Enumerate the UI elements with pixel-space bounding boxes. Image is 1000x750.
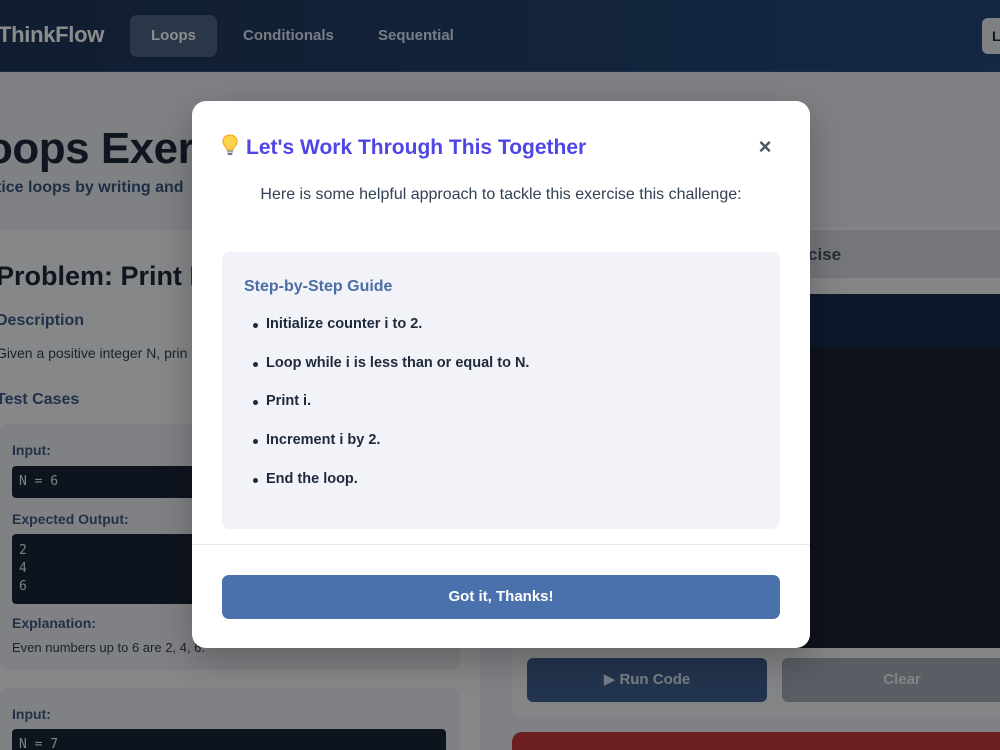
- help-modal: Let's Work Through This Together × Here …: [192, 101, 810, 648]
- modal-title: Let's Work Through This Together: [222, 134, 586, 162]
- step-item: Loop while i is less than or equal to N.: [244, 355, 529, 394]
- step-list: Initialize counter i to 2. Loop while i …: [244, 316, 529, 509]
- modal-divider: [192, 544, 810, 545]
- close-icon[interactable]: ×: [755, 136, 775, 158]
- step-guide-box: Step-by-Step Guide Initialize counter i …: [222, 252, 780, 529]
- guide-title: Step-by-Step Guide: [244, 278, 393, 295]
- lightbulb-icon: [222, 134, 240, 162]
- step-item: End the loop.: [244, 471, 529, 510]
- modal-title-text: Let's Work Through This Together: [246, 136, 587, 159]
- step-item: Increment i by 2.: [244, 432, 529, 471]
- step-item: Print i.: [244, 393, 529, 432]
- step-item: Initialize counter i to 2.: [244, 316, 529, 355]
- got-it-button[interactable]: Got it, Thanks!: [222, 575, 780, 619]
- modal-intro-text: Here is some helpful approach to tackle …: [260, 186, 742, 203]
